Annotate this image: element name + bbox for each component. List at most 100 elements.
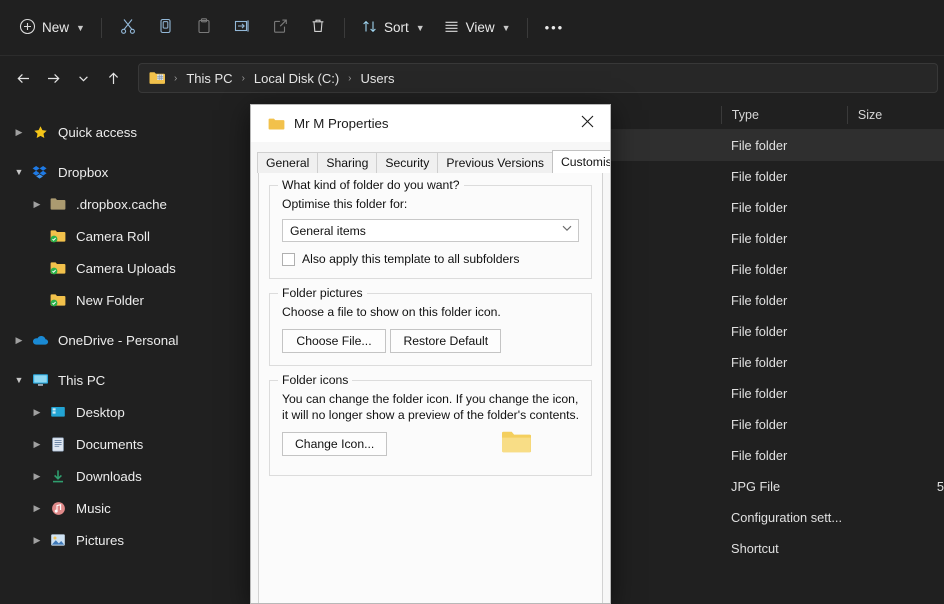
choose-file-button[interactable]: Choose File... <box>282 329 386 353</box>
sidebar-item-this-pc[interactable]: ▼ This PC <box>6 364 244 396</box>
table-cell-type: File folder <box>721 386 847 401</box>
optimise-label: Optimise this folder for: <box>282 196 579 212</box>
see-more-button[interactable]: ••• <box>535 12 575 44</box>
chevron-down-icon[interactable]: ▼ <box>8 167 30 177</box>
delete-icon <box>309 17 327 38</box>
chevron-right-icon[interactable]: ▶ <box>26 439 48 450</box>
sidebar-item-dropbox-cache[interactable]: ▶ .dropbox.cache <box>6 188 244 220</box>
tab-sharing[interactable]: Sharing <box>317 152 377 173</box>
chevron-right-icon[interactable]: ▶ <box>8 127 30 138</box>
chevron-down-icon: ▼ <box>416 23 425 33</box>
table-cell-type: File folder <box>721 169 847 184</box>
plus-circle-icon <box>19 18 36 38</box>
tab-previous-versions[interactable]: Previous Versions <box>437 152 553 173</box>
table-cell-type: File folder <box>721 231 847 246</box>
pictures-icon <box>48 532 68 548</box>
share-button[interactable] <box>261 12 299 44</box>
rename-button[interactable] <box>223 12 261 44</box>
column-header-type[interactable]: Type <box>721 106 847 124</box>
chevron-right-icon[interactable]: ▶ <box>26 503 48 514</box>
view-button-label: View <box>466 20 495 35</box>
dropbox-icon <box>30 164 50 180</box>
tab-customise[interactable]: Customise <box>552 150 611 173</box>
close-button[interactable] <box>565 105 610 142</box>
tab-general[interactable]: General <box>257 152 318 173</box>
view-button[interactable]: View ▼ <box>434 12 520 44</box>
sort-button[interactable]: Sort ▼ <box>352 12 434 44</box>
chevron-right-icon[interactable]: ▶ <box>26 199 48 210</box>
folder-kind-group: What kind of folder do you want? Optimis… <box>269 185 592 279</box>
folder-pictures-group: Folder pictures Choose a file to show on… <box>269 293 592 366</box>
breadcrumb-this-pc[interactable]: This PC <box>181 69 237 88</box>
chevron-right-icon[interactable]: ▶ <box>26 407 48 418</box>
sidebar-item-desktop[interactable]: ▶ Desktop <box>6 396 244 428</box>
sidebar-item-new-folder[interactable]: New Folder <box>6 284 244 316</box>
file-explorer-window: New ▼ <box>0 0 944 556</box>
column-header-size[interactable]: Size <box>847 106 944 124</box>
customise-tab-panel: What kind of folder do you want? Optimis… <box>258 172 603 604</box>
table-cell-type: File folder <box>721 138 847 153</box>
table-cell-type: Shortcut <box>721 541 847 556</box>
up-arrow-icon <box>105 70 122 87</box>
sidebar-item-label: Music <box>76 501 111 516</box>
apply-to-subfolders-row[interactable]: Also apply this template to all subfolde… <box>282 252 579 266</box>
folder-plain-icon <box>48 196 68 212</box>
sidebar-item-downloads[interactable]: ▶ Downloads <box>6 460 244 492</box>
sidebar-item-label: Pictures <box>76 533 124 548</box>
sort-icon <box>361 18 378 38</box>
chevron-right-icon[interactable]: ▶ <box>8 335 30 346</box>
breadcrumb-local-disk[interactable]: Local Disk (C:) <box>249 69 344 88</box>
back-arrow-icon <box>15 70 32 87</box>
apply-to-subfolders-checkbox[interactable] <box>282 253 295 266</box>
delete-button[interactable] <box>299 12 337 44</box>
chevron-down-icon[interactable]: ▼ <box>8 375 30 385</box>
folder-icon <box>268 117 285 131</box>
forward-arrow-icon <box>45 70 62 87</box>
music-icon <box>48 500 68 516</box>
breadcrumb-users[interactable]: Users <box>356 69 400 88</box>
sidebar-item-label: OneDrive - Personal <box>58 333 178 348</box>
chevron-right-icon[interactable]: ▶ <box>26 535 48 546</box>
toolbar-divider-3 <box>527 18 528 38</box>
copy-button[interactable] <box>147 12 185 44</box>
chevron-down-icon: ▼ <box>76 23 85 33</box>
table-cell-type: File folder <box>721 355 847 370</box>
recent-locations-button[interactable] <box>68 63 98 93</box>
sidebar-item-pictures[interactable]: ▶ Pictures <box>6 524 244 556</box>
sidebar-item-camera-roll[interactable]: Camera Roll <box>6 220 244 252</box>
sidebar-item-music[interactable]: ▶ Music <box>6 492 244 524</box>
optimise-folder-combobox[interactable]: General items <box>282 219 579 242</box>
restore-default-button[interactable]: Restore Default <box>390 329 501 353</box>
folder-icons-group: Folder icons You can change the folder i… <box>269 380 592 476</box>
address-bar[interactable]: › This PC › Local Disk (C:) › Users <box>138 63 938 93</box>
back-button[interactable] <box>8 63 38 93</box>
table-cell-type: File folder <box>721 324 847 339</box>
sidebar-item-label: Quick access <box>58 125 137 140</box>
sidebar-item-label: Desktop <box>76 405 125 420</box>
chevron-right-icon[interactable]: ▶ <box>26 471 48 482</box>
sidebar-item-onedrive-personal[interactable]: ▶ OneDrive - Personal <box>6 324 244 356</box>
command-bar: New ▼ <box>0 0 944 55</box>
sidebar-item-dropbox[interactable]: ▼ Dropbox <box>6 156 244 188</box>
tab-security[interactable]: Security <box>376 152 438 173</box>
dialog-title-bar: Mr M Properties <box>251 105 610 142</box>
sidebar-item-quick-access[interactable]: ▶ Quick access <box>6 116 244 148</box>
up-button[interactable] <box>98 63 128 93</box>
sidebar-item-documents[interactable]: ▶ Documents <box>6 428 244 460</box>
cut-button[interactable] <box>109 12 147 44</box>
sidebar-item-camera-uploads[interactable]: Camera Uploads <box>6 252 244 284</box>
table-cell-type: Configuration sett... <box>721 510 847 525</box>
forward-button[interactable] <box>38 63 68 93</box>
change-icon-button[interactable]: Change Icon... <box>282 432 387 456</box>
paste-button[interactable] <box>185 12 223 44</box>
navigation-pane[interactable]: ▶ Quick access ▼ Dropbox ▶ <box>0 100 250 556</box>
address-bar-row: › This PC › Local Disk (C:) › Users <box>0 57 944 99</box>
folder-synced-icon <box>48 292 68 308</box>
properties-dialog[interactable]: Mr M Properties General Sharing Security… <box>250 104 611 604</box>
folder-icons-description: You can change the folder icon. If you c… <box>282 391 579 423</box>
recent-locations-chevron-icon <box>76 71 91 86</box>
drive-icon <box>149 71 165 85</box>
sidebar-item-label: Camera Roll <box>76 229 150 244</box>
new-button[interactable]: New ▼ <box>10 12 94 44</box>
dialog-tab-strip[interactable]: General Sharing Security Previous Versio… <box>257 150 610 173</box>
